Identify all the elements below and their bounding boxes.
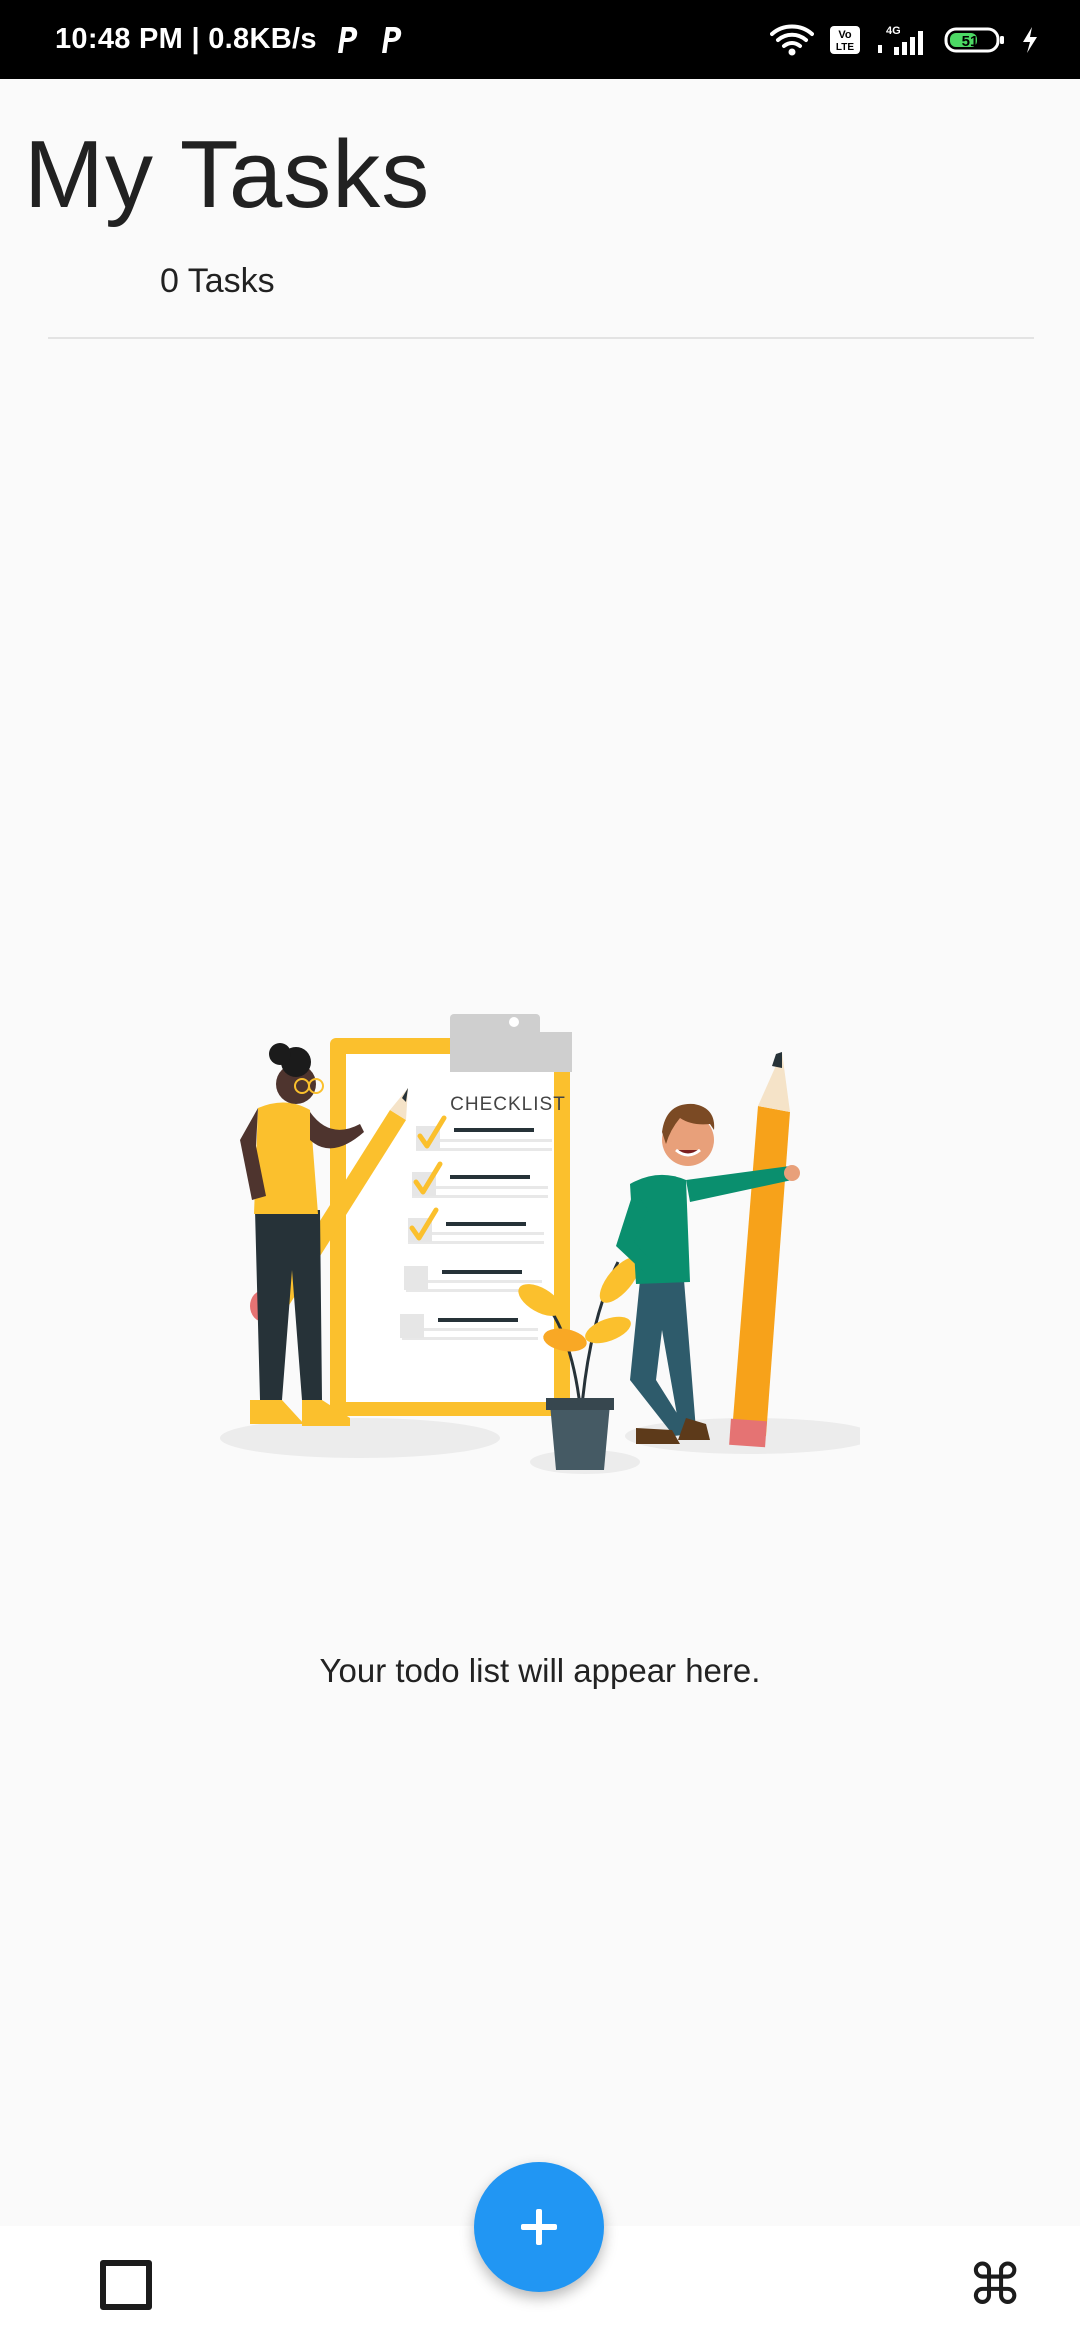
clipboard-icon: CHECKLIST [330,1014,572,1416]
empty-state-illustration: CHECKLIST [220,1014,860,1474]
empty-state-message: Your todo list will appear here. [319,1652,761,1689]
volte-icon: Vo LTE [830,25,860,54]
parking-notification-icon-2 [381,26,401,53]
wifi-icon [770,24,814,55]
svg-text:Vo: Vo [838,29,852,41]
square-icon[interactable] [100,2260,152,2310]
status-left: 10:48 PM | 0.8KB/s [55,23,405,57]
svg-text:LTE: LTE [836,42,854,53]
status-time-speed: 10:48 PM | 0.8KB/s [55,23,317,55]
clipboard-label: CHECKLIST [450,1094,566,1115]
parking-notification-icon [337,26,357,53]
man-figure [616,1052,800,1448]
battery-icon: 51 [944,27,1004,52]
plus-icon [521,2209,557,2245]
svg-text:4G: 4G [886,25,901,37]
task-count: 0 Tasks [160,262,275,300]
add-task-button[interactable] [474,2162,604,2292]
header-divider [48,337,1034,339]
page-title: My Tasks [24,121,431,228]
command-icon[interactable]: ⌘ [966,2253,1024,2318]
app-screen: 10:48 PM | 0.8KB/s Vo LTE 4G 51 My Tasks… [0,0,1080,2340]
charging-icon [1023,26,1037,53]
status-bar: 10:48 PM | 0.8KB/s Vo LTE 4G 51 [0,0,1080,79]
battery-level-text: 51 [962,33,979,50]
signal-4g-icon: 4G [878,25,923,55]
status-right: Vo LTE 4G 51 [770,23,1040,57]
